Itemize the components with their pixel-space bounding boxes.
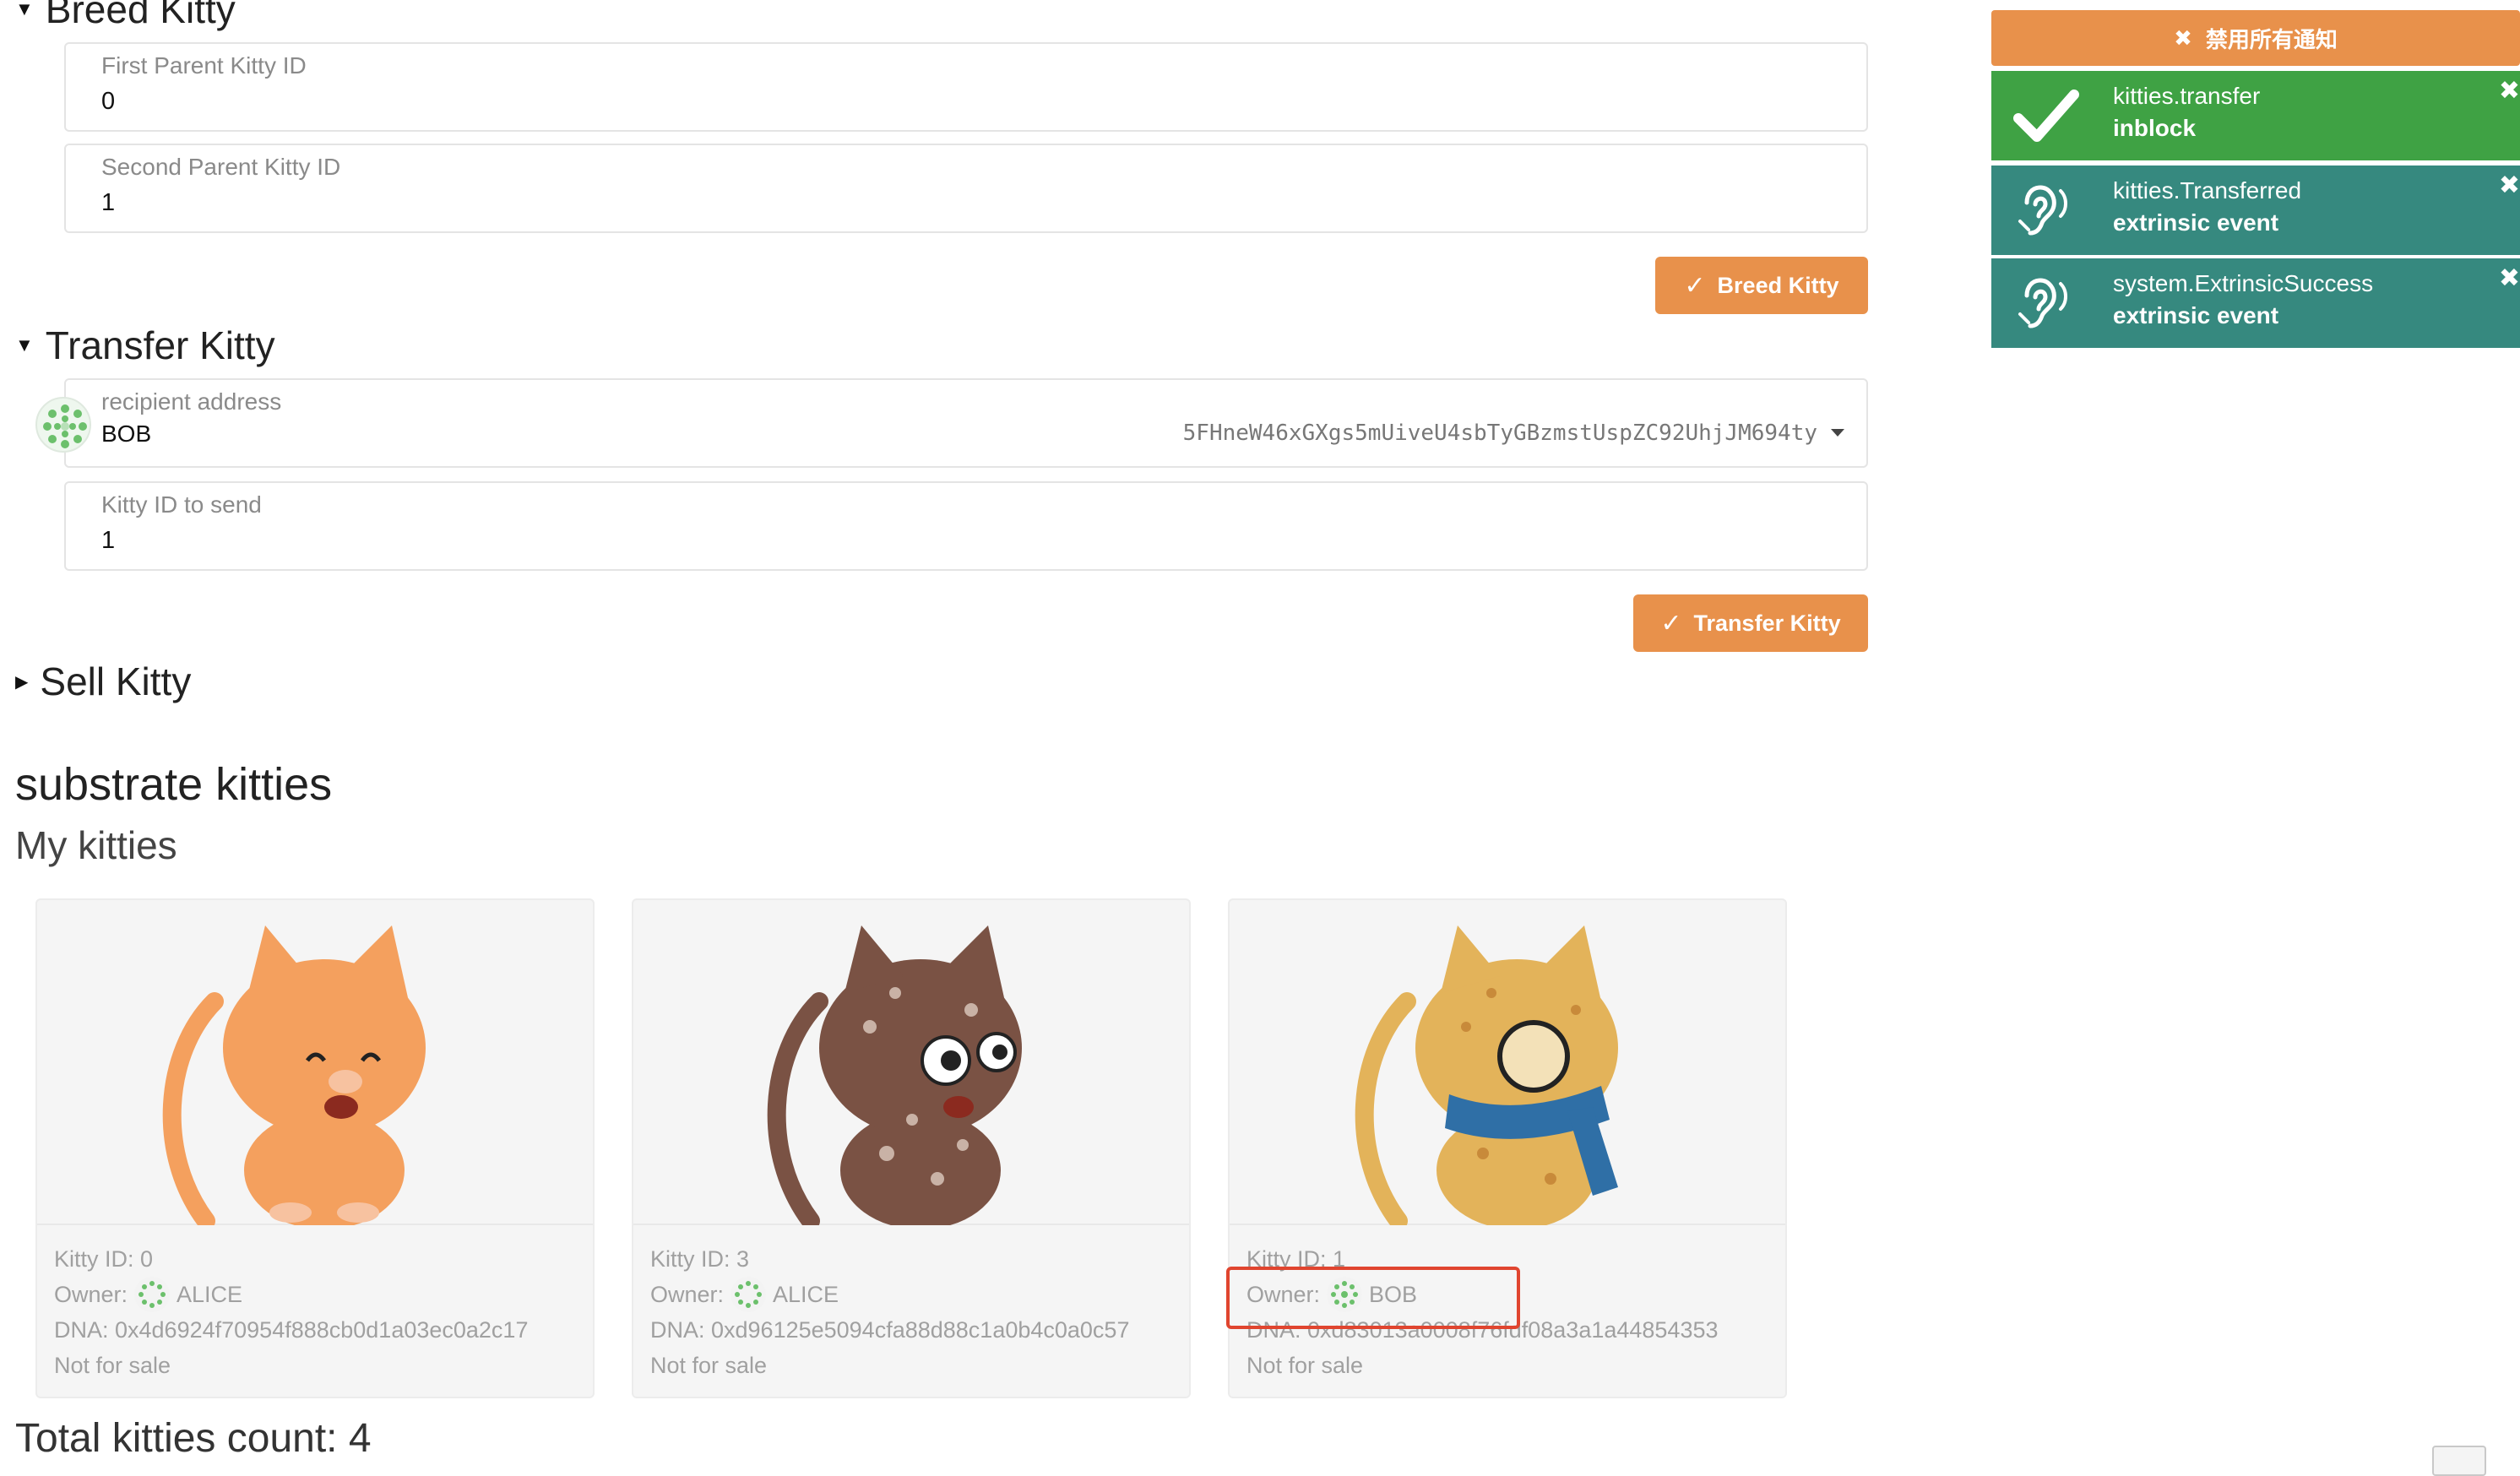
notification-subtitle: inblock — [2113, 115, 2197, 141]
breed-kitty-button-label: Breed Kitty — [1717, 272, 1839, 298]
kitty-info: Kitty ID: 0 Owner: ALICE DNA: 0x4d6924f7… — [54, 1241, 528, 1383]
listen-ear-icon — [2018, 185, 2067, 236]
kitty-sale-status: Not for sale — [650, 1353, 768, 1378]
identicon-avatar — [35, 397, 91, 453]
sell-section-label: Sell Kitty — [40, 659, 192, 703]
my-kitties-heading: My kitties — [15, 823, 177, 867]
check-icon: ✓ — [1684, 271, 1706, 300]
kitty-info: Kitty ID: 3 Owner: ALICE DNA: 0xd96125e5… — [650, 1241, 1129, 1383]
recipient-address-label: recipient address — [101, 388, 282, 415]
second-parent-input[interactable]: 1 — [101, 189, 115, 217]
kitty-id-label: Kitty ID to send — [101, 491, 262, 518]
owner-highlight-annotation — [1226, 1267, 1520, 1329]
second-parent-field[interactable]: Second Parent Kitty ID 1 — [64, 144, 1868, 233]
kitty-card: Kitty ID: 3 Owner: ALICE DNA: 0xd96125e5… — [632, 898, 1191, 1398]
first-parent-label: First Parent Kitty ID — [101, 52, 307, 79]
owner-label: Owner: — [54, 1282, 128, 1307]
dismiss-all-label: 禁用所有通知 — [2205, 26, 2338, 52]
owner-label: Owner: — [650, 1282, 725, 1307]
page-title: substrate kitties — [15, 759, 333, 810]
listen-ear-icon — [2018, 278, 2067, 328]
broken-image-icon — [2432, 1446, 2486, 1476]
caret-down-icon: ▼ — [15, 0, 34, 19]
notification-item[interactable]: kitties.Transferred extrinsic event ✖ — [1991, 166, 2520, 255]
transfer-kitty-button[interactable]: ✓ Transfer Kitty — [1633, 594, 1868, 652]
sell-section-title[interactable]: ▶ Sell Kitty — [15, 659, 191, 704]
notification-title: kitties.Transferred — [2113, 177, 2302, 203]
kitty-image — [37, 900, 593, 1230]
check-icon: ✓ — [1660, 609, 1682, 638]
kitty-card: Kitty ID: 0 Owner: ALICE DNA: 0x4d6924f7… — [35, 898, 595, 1398]
notification-subtitle: extrinsic event — [2113, 209, 2279, 236]
close-icon: ✖ — [2174, 24, 2192, 51]
total-kitties-count: Total kitties count: 4 — [15, 1416, 372, 1461]
transfer-kitty-button-label: Transfer Kitty — [1693, 610, 1841, 636]
kitty-sale-status: Not for sale — [1246, 1353, 1364, 1378]
dropdown-caret-icon[interactable] — [1831, 429, 1844, 437]
recipient-address-value: 5FHneW46xGXgs5mUiveU4sbTyGBzmstUspZC92Uh… — [1182, 421, 1817, 446]
recipient-name: BOB — [101, 421, 152, 447]
owner-name: ALICE — [177, 1282, 243, 1307]
kitty-dna: DNA: 0x4d6924f70954f888cb0d1a03ec0a2c17 — [54, 1317, 529, 1343]
checkmark-icon — [2013, 90, 2079, 142]
owner-line: Owner: ALICE — [650, 1277, 1129, 1312]
close-icon[interactable]: ✖ — [2499, 263, 2520, 293]
breed-section-label: Breed Kitty — [45, 0, 236, 31]
kitty-id-field[interactable]: Kitty ID to send 1 — [64, 481, 1868, 571]
kitty-image — [1230, 900, 1785, 1230]
kitty-id-text: Kitty ID: 0 — [54, 1246, 154, 1272]
owner-line: Owner: ALICE — [54, 1277, 528, 1312]
identicon-avatar — [730, 1277, 767, 1312]
close-icon[interactable]: ✖ — [2499, 171, 2520, 200]
kitty-image — [633, 900, 1189, 1230]
breed-section-title[interactable]: ▼ Breed Kitty — [15, 0, 236, 32]
first-parent-field[interactable]: First Parent Kitty ID 0 — [64, 42, 1868, 132]
breed-kitty-button[interactable]: ✓ Breed Kitty — [1655, 257, 1868, 314]
transfer-section-label: Transfer Kitty — [45, 323, 275, 367]
close-icon[interactable]: ✖ — [2499, 76, 2520, 106]
caret-right-icon: ▶ — [15, 672, 29, 692]
transfer-section-title[interactable]: ▼ Transfer Kitty — [15, 323, 275, 368]
notification-item[interactable]: kitties.transfer inblock ✖ — [1991, 71, 2520, 160]
notification-title: kitties.transfer — [2113, 83, 2261, 109]
notification-title: system.ExtrinsicSuccess — [2113, 270, 2374, 296]
second-parent-label: Second Parent Kitty ID — [101, 154, 341, 180]
notification-item[interactable]: system.ExtrinsicSuccess extrinsic event … — [1991, 258, 2520, 348]
kitty-id-input[interactable]: 1 — [101, 527, 115, 555]
kitty-dna: DNA: 0xd96125e5094cfa88d88c1a0b4c0a0c57 — [650, 1317, 1130, 1343]
owner-name: ALICE — [773, 1282, 839, 1307]
identicon-avatar — [134, 1277, 171, 1312]
dismiss-all-notifications-button[interactable]: ✖ 禁用所有通知 — [1991, 10, 2520, 66]
caret-down-icon: ▼ — [15, 334, 34, 355]
recipient-address-dropdown[interactable]: recipient address BOB 5FHneW46xGXgs5mUiv… — [64, 378, 1868, 468]
kitty-sale-status: Not for sale — [54, 1353, 171, 1378]
first-parent-input[interactable]: 0 — [101, 88, 115, 116]
notification-subtitle: extrinsic event — [2113, 302, 2279, 328]
kitty-id-text: Kitty ID: 3 — [650, 1246, 750, 1272]
